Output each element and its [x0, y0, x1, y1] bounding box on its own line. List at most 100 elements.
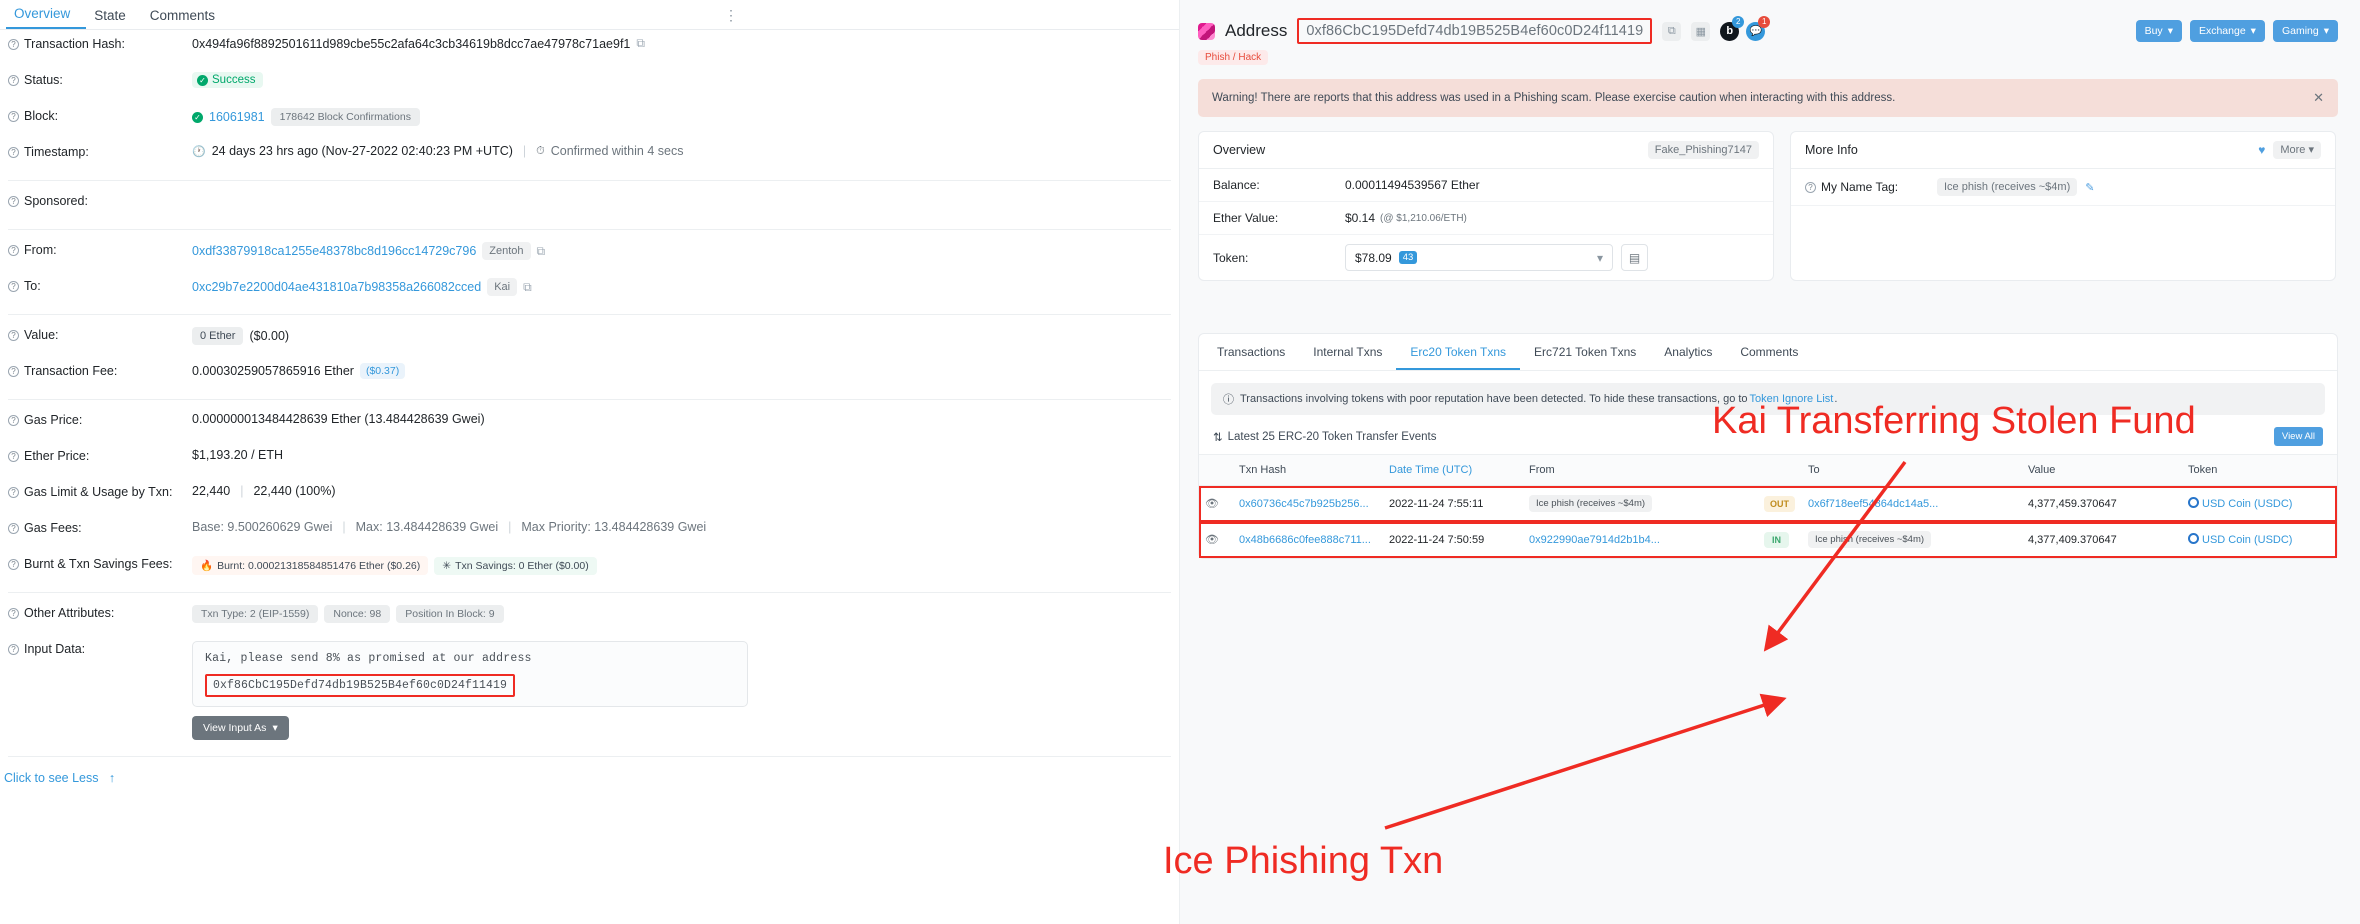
label-sponsored: ? Sponsored: — [8, 193, 192, 208]
warning-text: Warning! There are reports that this add… — [1212, 92, 1896, 104]
overview-ether-value-row: Ether Value: $0.14 (@ $1,210.06/ETH) — [1199, 202, 1773, 235]
direction-badge-in: IN — [1764, 531, 1789, 548]
separator: | — [342, 520, 346, 534]
help-icon[interactable]: ? — [8, 110, 19, 122]
gaming-button[interactable]: Gaming ▾ — [2272, 20, 2338, 42]
annotation-bottom: Ice Phishing Txn — [1163, 840, 1444, 882]
help-icon[interactable]: ? — [8, 643, 19, 655]
help-icon[interactable]: ? — [8, 607, 19, 619]
qr-icon[interactable]: ▦ — [1691, 21, 1711, 41]
help-icon[interactable]: ? — [8, 558, 19, 570]
row-gas-price: ? Gas Price: 0.000000013484428639 Ether … — [0, 406, 1179, 442]
more-info-spacer-row — [1791, 206, 2335, 258]
help-icon[interactable]: ? — [8, 486, 19, 498]
help-icon[interactable]: ? — [8, 522, 19, 534]
copy-icon[interactable]: ⧉ — [523, 280, 532, 295]
help-icon[interactable]: ? — [8, 280, 19, 292]
table-row[interactable]: 👁 0x48b6686c0fee888c711... 2022-11-24 7:… — [1199, 521, 2337, 558]
wallet-icon-button[interactable]: ▤ — [1621, 244, 1648, 271]
eye-icon[interactable]: 👁 — [1205, 534, 1219, 546]
eye-icon-cell[interactable]: 👁 — [1199, 485, 1233, 522]
copy-icon[interactable]: ⧉ — [636, 36, 645, 51]
help-icon[interactable]: ? — [8, 244, 19, 256]
txn-hash-link[interactable]: 0x48b6686c0fee888c711... — [1239, 534, 1371, 546]
heart-icon[interactable]: ♥ — [2258, 143, 2265, 157]
row-transaction-fee: ? Transaction Fee: 0.00030259057865916 E… — [0, 357, 1179, 393]
gas-fee-priority: Max Priority: 13.484428639 Gwei — [521, 520, 707, 534]
help-icon[interactable]: ? — [8, 414, 19, 426]
token-link[interactable]: USD Coin (USDC) — [2202, 534, 2292, 546]
position-in-block-badge: Position In Block: 9 — [396, 605, 504, 623]
txn-tabbar: Overview State Comments ⋮ — [0, 0, 1179, 30]
from-address-link[interactable]: 0xdf33879918ca1255e48378bc8d196cc14729c7… — [192, 244, 476, 258]
more-options-icon[interactable]: ⋮ — [724, 7, 739, 24]
label-timestamp: ? Timestamp: — [8, 144, 192, 159]
label-input-data: ? Input Data: — [8, 641, 192, 656]
col-to: To — [1802, 454, 2022, 486]
from-name-tag: Ice phish (receives ~$4m) — [1529, 495, 1653, 512]
token-select[interactable]: $78.09 43 ▾ — [1345, 244, 1613, 271]
col-value: Value — [2022, 454, 2182, 486]
label-to: ? To: — [8, 278, 192, 293]
sort-icon[interactable]: ⇅ — [1213, 430, 1223, 444]
help-icon[interactable]: ? — [8, 365, 19, 377]
input-data-textarea[interactable]: Kai, please send 8% as promised at our a… — [192, 641, 748, 707]
help-icon[interactable]: ? — [8, 450, 19, 462]
help-icon[interactable]: ? — [8, 146, 19, 158]
eye-icon[interactable]: 👁 — [1205, 498, 1219, 510]
see-less-toggle[interactable]: Click to see Less ↑ — [0, 763, 1179, 785]
datetime-value: 2022-11-24 7:55:11 — [1389, 497, 1484, 510]
tab-erc721-token-txns[interactable]: Erc721 Token Txns — [1520, 334, 1650, 370]
token-link[interactable]: USD Coin (USDC) — [2202, 498, 2292, 510]
blockscan-button[interactable]: b 2 — [1720, 16, 1745, 41]
buy-button[interactable]: Buy ▾ — [2135, 20, 2182, 42]
tab-internal-txns[interactable]: Internal Txns — [1299, 334, 1396, 370]
balance-label: Balance: — [1213, 178, 1260, 192]
label-other-attributes: ? Other Attributes: — [8, 605, 192, 620]
from-address-link[interactable]: 0x922990ae7914d2b1b4... — [1529, 534, 1660, 546]
to-address-link[interactable]: 0x6f718eef54864dc14a5... — [1808, 498, 1938, 510]
edit-icon[interactable]: ✎ — [2085, 181, 2094, 194]
table-row[interactable]: 👁 0x60736c45c7b925b256... 2022-11-24 7:5… — [1199, 485, 2337, 522]
block-number-link[interactable]: 16061981 — [209, 110, 265, 124]
tab-transactions[interactable]: Transactions — [1203, 334, 1299, 370]
copy-icon[interactable]: ⧉ — [1662, 21, 1682, 41]
label-status: ? Status: — [8, 72, 192, 87]
tab-overview[interactable]: Overview — [6, 6, 87, 29]
view-input-as-button[interactable]: View Input As ▾ — [192, 716, 289, 740]
tab-comments[interactable]: Comments — [142, 8, 231, 30]
notice-text: Transactions involving tokens with poor … — [1240, 393, 1748, 405]
help-icon[interactable]: ? — [1805, 181, 1816, 193]
fire-icon: 🔥 — [200, 560, 214, 572]
col-date-time[interactable]: Date Time (UTC) — [1383, 454, 1523, 486]
txn-hash-link[interactable]: 0x60736c45c7b925b256... — [1239, 498, 1369, 510]
more-dropdown[interactable]: More ▾ — [2273, 141, 2321, 159]
clock-icon: 🕐 — [192, 145, 206, 158]
chat-button[interactable]: 💬 1 — [1746, 16, 1771, 41]
tab-analytics[interactable]: Analytics — [1650, 334, 1726, 370]
to-address-link[interactable]: 0xc29b7e2200d04ae431810a7b98358a266082cc… — [192, 280, 481, 294]
input-data-highlighted-address: 0xf86CbC195Defd74db19B525B4ef60c0D24f114… — [205, 674, 516, 697]
tab-state[interactable]: State — [86, 8, 142, 30]
tab-comments[interactable]: Comments — [1726, 334, 1812, 370]
close-icon[interactable]: ✕ — [2313, 90, 2324, 106]
tab-erc20-token-txns[interactable]: Erc20 Token Txns — [1396, 334, 1521, 370]
phishing-warning-banner: Warning! There are reports that this add… — [1198, 79, 2338, 117]
help-icon[interactable]: ? — [8, 195, 19, 207]
ether-value-rate: (@ $1,210.06/ETH) — [1380, 212, 1467, 224]
col-from: From — [1523, 454, 1758, 486]
help-icon[interactable]: ? — [8, 38, 19, 50]
txns-tabbar: Transactions Internal Txns Erc20 Token T… — [1199, 334, 2337, 371]
copy-icon[interactable]: ⧉ — [537, 244, 546, 259]
timestamp-value: 24 days 23 hrs ago (Nov-27-2022 02:40:23… — [211, 144, 513, 158]
txn-savings-badge: ✳ Txn Savings: 0 Ether ($0.00) — [434, 556, 597, 575]
eye-icon-cell[interactable]: 👁 — [1199, 521, 1233, 558]
chevron-down-icon: ▾ — [2323, 25, 2329, 37]
exchange-button[interactable]: Exchange ▾ — [2189, 20, 2265, 42]
latest-events-label: Latest 25 ERC-20 Token Transfer Events — [1227, 430, 1437, 443]
view-all-button[interactable]: View All — [2273, 427, 2323, 446]
help-icon[interactable]: ? — [8, 74, 19, 86]
chevron-down-icon: ▾ — [2167, 25, 2173, 37]
help-icon[interactable]: ? — [8, 329, 19, 341]
txn-type-badge: Txn Type: 2 (EIP-1559) — [192, 605, 319, 623]
